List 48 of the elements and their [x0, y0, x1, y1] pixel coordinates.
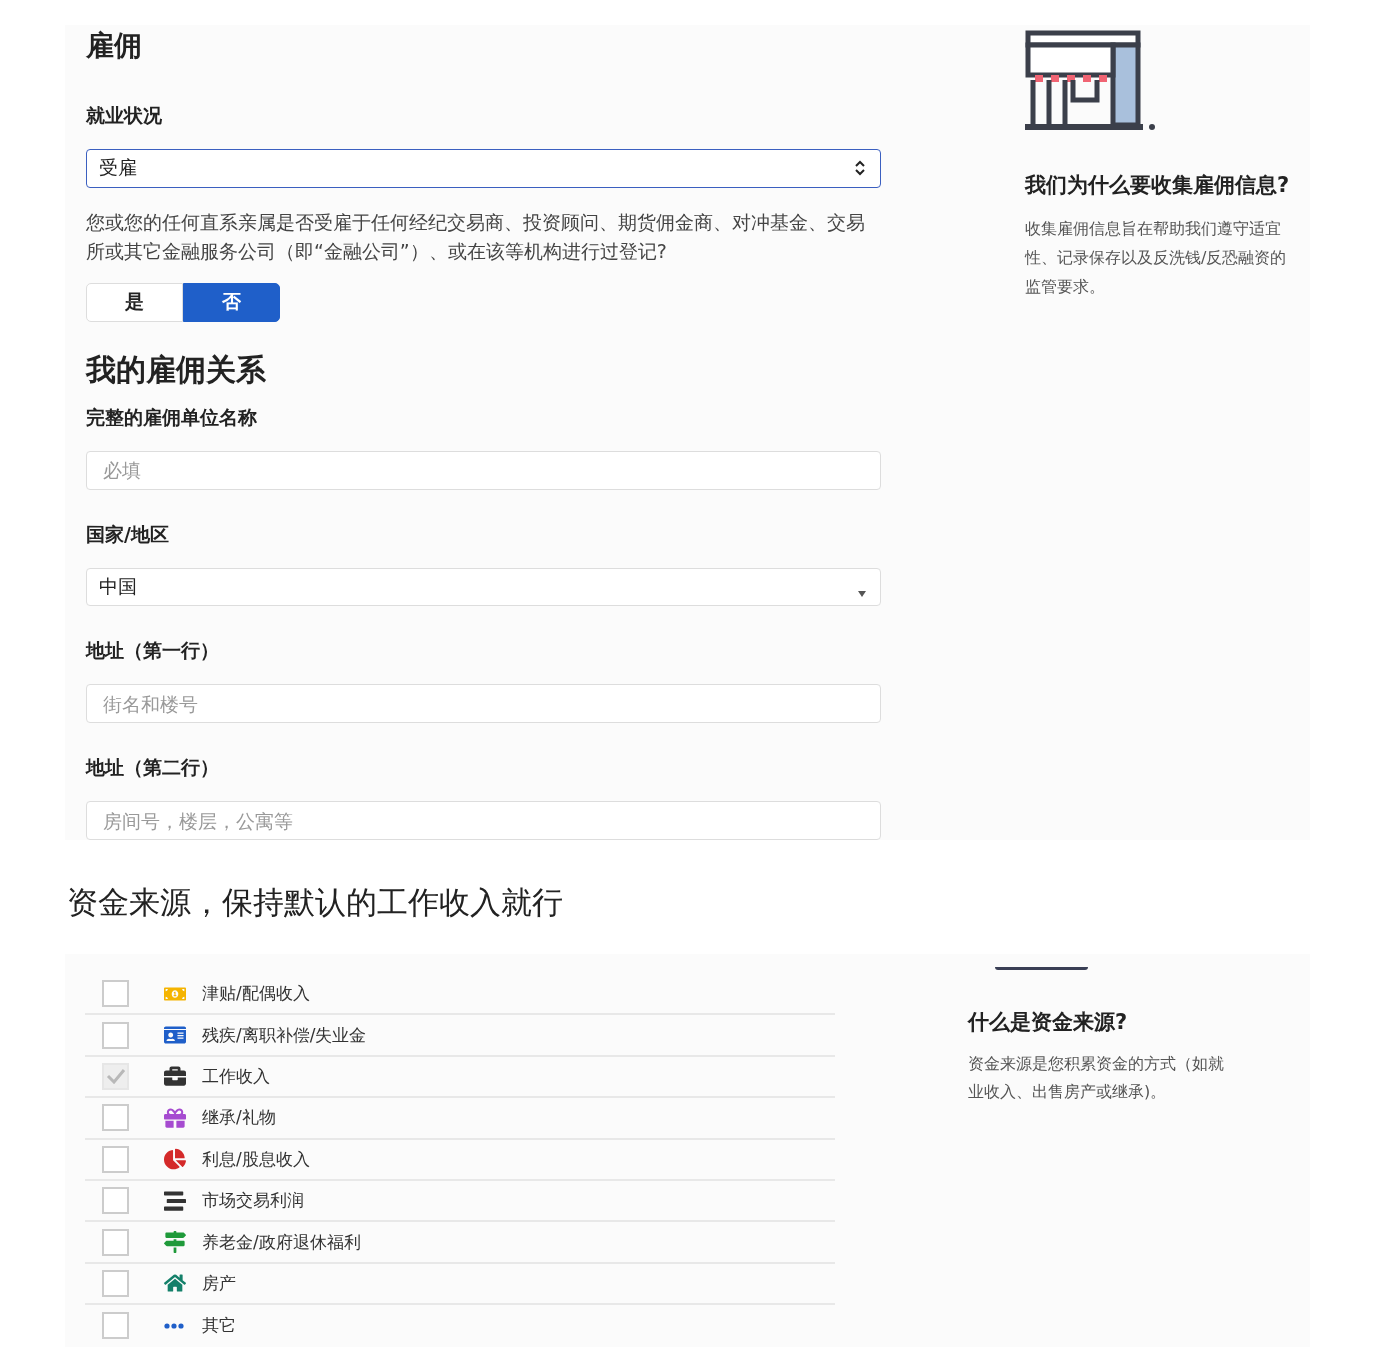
chevron-icon [854, 160, 866, 177]
info-text: 资金来源是您积累资金的方式（如就业收入、出售房产或继承)。 [968, 1053, 1225, 1103]
briefcase-icon [164, 1065, 186, 1088]
answer-toggle[interactable]: 否 [183, 282, 280, 322]
checkbox[interactable] [102, 1145, 129, 1173]
checkbox[interactable] [102, 1187, 129, 1215]
option-label: 继承/礼物 [202, 1106, 276, 1130]
house-icon [164, 1272, 186, 1295]
checkbox[interactable] [102, 1228, 129, 1256]
field-label: 地址（第一行） [86, 638, 220, 664]
country-select[interactable]: 中国 [86, 567, 881, 607]
option-label: 工作收入 [202, 1064, 270, 1088]
status-select[interactable]: 受雇 [86, 149, 881, 188]
option-label: 市场交易利润 [202, 1189, 304, 1213]
checkbox[interactable] [102, 1312, 129, 1340]
field-label: 地址（第二行） [86, 755, 220, 781]
check-icon [105, 1068, 126, 1085]
checkbox[interactable] [102, 1104, 129, 1132]
option-label: 利息/股息收入 [202, 1147, 310, 1171]
text-field[interactable]: 房间号，楼层，公寓等 [86, 801, 881, 840]
section-title: 雇佣 [86, 28, 143, 64]
section-heading: 我的雇佣关系 [86, 350, 267, 389]
checkbox[interactable] [102, 980, 129, 1008]
question-text: 您或您的任何直系亲属是否受雇于任何经纪交易商、投资顾问、期货佣金商、对冲基金、交易所或其它金融服务公司（即“金融公司”）、或在该等机构进行过登记? [86, 209, 866, 264]
field-label: 国家/地区 [86, 521, 170, 547]
option-label: 房产 [202, 1271, 236, 1295]
field-label: 完整的雇佣单位名称 [86, 404, 258, 430]
info-title: 我们为什么要收集雇佣信息? [1025, 172, 1291, 199]
info-text: 收集雇佣信息旨在帮助我们遵守适宜性、记录保存以及反洗钱/反恐融资的监管要求。 [1025, 218, 1288, 298]
info-title: 什么是资金来源? [968, 1009, 1129, 1036]
caret-icon [858, 591, 866, 597]
id-card-icon [164, 1024, 186, 1047]
pie-chart-icon [164, 1148, 186, 1171]
checkbox[interactable] [102, 1021, 129, 1049]
text-field[interactable]: 必填 [86, 450, 881, 490]
checkbox[interactable] [102, 1062, 129, 1090]
option-label: 其它 [202, 1314, 236, 1338]
text-field[interactable]: 街名和楼号 [86, 684, 881, 724]
field-label: 就业状况 [86, 103, 163, 128]
more-icon [164, 1322, 184, 1329]
caption-text: 资金来源，保持默认的工作收入就行 [67, 883, 564, 922]
checkbox[interactable] [102, 1269, 129, 1297]
option-label: 残疾/离职补偿/失业金 [202, 1023, 367, 1047]
option-label: 津贴/配偶收入 [202, 982, 310, 1006]
answer-toggle[interactable]: 是 [86, 282, 183, 322]
signpost-icon [164, 1231, 186, 1254]
gift-icon [164, 1106, 186, 1129]
option-label: 养老金/政府退休福利 [202, 1230, 361, 1254]
